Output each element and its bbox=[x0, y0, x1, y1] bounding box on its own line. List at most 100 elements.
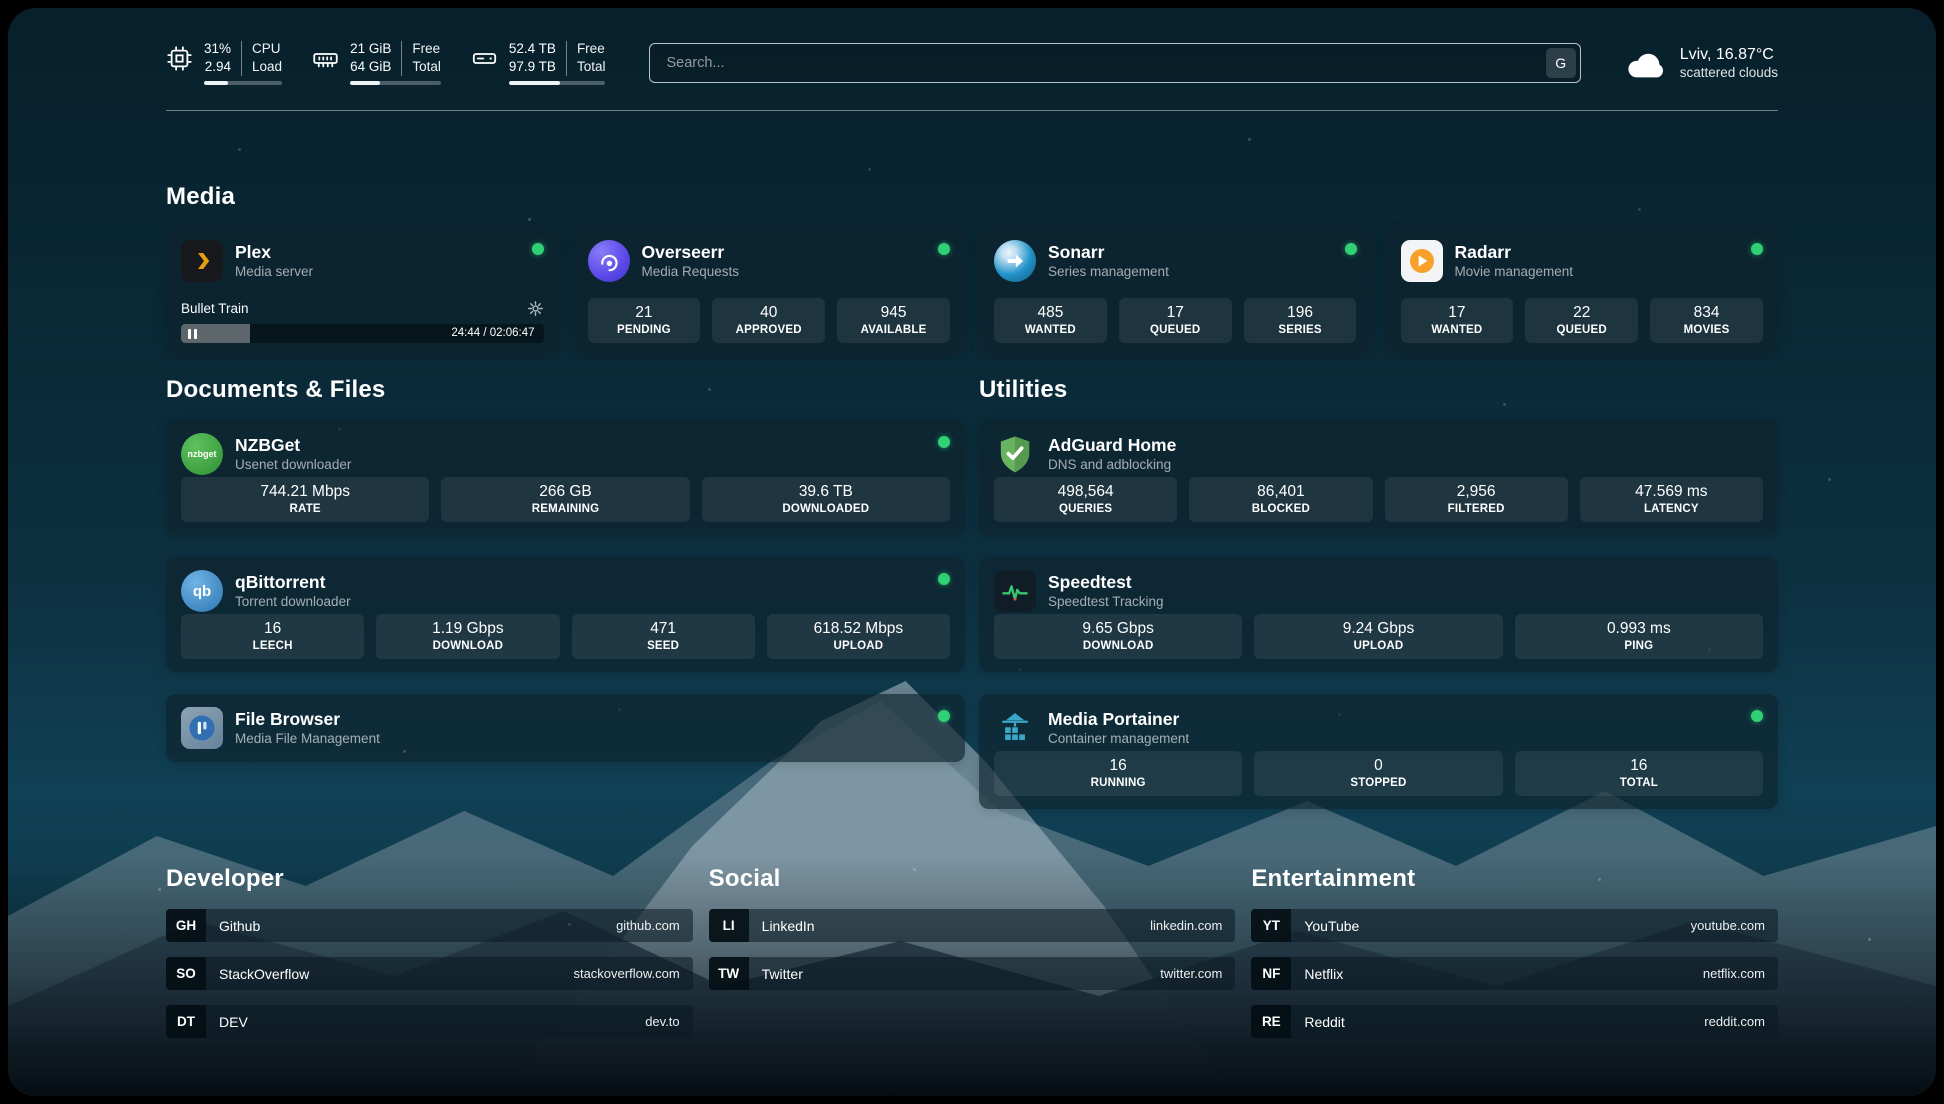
app-card-speedtest[interactable]: Speedtest Speedtest Tracking 9.65 Gbps D… bbox=[979, 557, 1778, 672]
app-subtitle: Movie management bbox=[1455, 264, 1574, 279]
app-name: Overseerr bbox=[642, 243, 740, 262]
stat-label: FILTERED bbox=[1389, 503, 1564, 515]
stat-label: LATENCY bbox=[1584, 503, 1759, 515]
stat-box: 21 PENDING bbox=[588, 298, 701, 343]
app-card-plex[interactable]: Plex Media server Bullet Train bbox=[166, 227, 559, 356]
memory-total: 64 GiB bbox=[350, 59, 391, 76]
weather-condition: scattered clouds bbox=[1680, 65, 1778, 80]
stat-value: 86,401 bbox=[1193, 483, 1368, 501]
stat-box: 17 QUEUED bbox=[1119, 298, 1232, 343]
cpu-label-top: CPU bbox=[252, 41, 282, 58]
disk-icon bbox=[471, 45, 498, 72]
bookmark-twitter[interactable]: TW Twitter twitter.com bbox=[709, 957, 1236, 990]
media-section-title: Media bbox=[166, 183, 1778, 211]
qbittorrent-logo-text: qb bbox=[193, 583, 211, 600]
stat-value: 47.569 ms bbox=[1584, 483, 1759, 501]
bookmark-stackoverflow[interactable]: SO StackOverflow stackoverflow.com bbox=[166, 957, 693, 990]
disk-usage-bar-fill bbox=[509, 81, 560, 85]
stat-box: 0.993 ms PING bbox=[1515, 614, 1763, 659]
app-name: NZBGet bbox=[235, 436, 351, 455]
pause-icon[interactable] bbox=[188, 329, 197, 339]
status-dot bbox=[938, 243, 950, 255]
bookmark-linkedin[interactable]: LI LinkedIn linkedin.com bbox=[709, 909, 1236, 942]
stat-box: 40 APPROVED bbox=[712, 298, 825, 343]
playback-progress-bar[interactable]: 24:44 / 02:06:47 bbox=[181, 324, 544, 343]
stat-value: 16 bbox=[1519, 757, 1759, 775]
stat-box: 16 RUNNING bbox=[994, 751, 1242, 796]
status-dot bbox=[1751, 710, 1763, 722]
bookmark-abbr: YT bbox=[1251, 909, 1291, 942]
bookmark-name: Twitter bbox=[749, 966, 803, 982]
app-card-adguard[interactable]: AdGuard Home DNS and adblocking 498,564 … bbox=[979, 420, 1778, 535]
app-card-qbittorrent[interactable]: qb qBittorrent Torrent downloader 16 bbox=[166, 557, 965, 672]
search-bar: G bbox=[649, 43, 1580, 83]
app-card-overseerr[interactable]: Overseerr Media Requests 21 PENDING 40 A… bbox=[573, 227, 966, 356]
bookmark-github[interactable]: GH Github github.com bbox=[166, 909, 693, 942]
stat-label: LEECH bbox=[185, 640, 360, 652]
stat-box: 86,401 BLOCKED bbox=[1189, 477, 1372, 522]
media-section: Media Plex Media server bbox=[166, 183, 1778, 356]
app-card-radarr[interactable]: Radarr Movie management 17 WANTED 22 QUE… bbox=[1386, 227, 1779, 356]
now-playing-title: Bullet Train bbox=[181, 301, 249, 316]
search-engine-button[interactable]: G bbox=[1546, 48, 1576, 78]
stat-label: AVAILABLE bbox=[841, 324, 946, 336]
gear-icon[interactable] bbox=[527, 300, 544, 317]
app-subtitle: Media server bbox=[235, 264, 313, 279]
bookmark-reddit[interactable]: RE Reddit reddit.com bbox=[1251, 1005, 1778, 1038]
snow-specks bbox=[8, 8, 11, 11]
documents-section-title: Documents & Files bbox=[166, 376, 965, 404]
stat-value: 0 bbox=[1258, 757, 1498, 775]
app-name: Plex bbox=[235, 243, 313, 262]
system-widgets: 31% 2.94 CPU Load bbox=[166, 41, 605, 85]
stat-box: 1.19 Gbps DOWNLOAD bbox=[376, 614, 559, 659]
stat-label: UPLOAD bbox=[771, 640, 946, 652]
app-subtitle: Torrent downloader bbox=[235, 594, 351, 609]
stat-box: 744.21 Mbps RATE bbox=[181, 477, 429, 522]
stat-label: QUERIES bbox=[998, 503, 1173, 515]
stat-label: SEED bbox=[576, 640, 751, 652]
stat-label: WANTED bbox=[1405, 324, 1510, 336]
stat-box: 0 STOPPED bbox=[1254, 751, 1502, 796]
search-input[interactable] bbox=[649, 43, 1580, 83]
plex-icon bbox=[181, 240, 223, 282]
weather-location: Lviv, 16.87°C bbox=[1680, 46, 1778, 64]
app-card-sonarr[interactable]: Sonarr Series management 485 WANTED 17 Q… bbox=[979, 227, 1372, 356]
bookmark-dev[interactable]: DT DEV dev.to bbox=[166, 1005, 693, 1038]
bookmark-youtube[interactable]: YT YouTube youtube.com bbox=[1251, 909, 1778, 942]
stat-label: UPLOAD bbox=[1258, 640, 1498, 652]
bookmark-name: DEV bbox=[206, 1014, 248, 1030]
bookmark-url: twitter.com bbox=[1160, 966, 1235, 981]
stat-value: 9.24 Gbps bbox=[1258, 620, 1498, 638]
status-dot bbox=[1751, 243, 1763, 255]
social-section: Social LI LinkedIn linkedin.com TW Twitt… bbox=[709, 865, 1236, 1053]
stat-label: PING bbox=[1519, 640, 1759, 652]
stat-box: 22 QUEUED bbox=[1525, 298, 1638, 343]
top-bar: 31% 2.94 CPU Load bbox=[166, 34, 1778, 92]
bookmark-url: stackoverflow.com bbox=[573, 966, 692, 981]
stat-value: 196 bbox=[1248, 304, 1353, 322]
bookmark-netflix[interactable]: NF Netflix netflix.com bbox=[1251, 957, 1778, 990]
stat-box: 498,564 QUERIES bbox=[994, 477, 1177, 522]
memory-usage-bar bbox=[350, 81, 441, 85]
stat-value: 945 bbox=[841, 304, 946, 322]
app-card-nzbget[interactable]: nzbget NZBGet Usenet downloader 744.21 M… bbox=[166, 420, 965, 535]
app-name: File Browser bbox=[235, 710, 380, 729]
stat-box: 47.569 ms LATENCY bbox=[1580, 477, 1763, 522]
app-subtitle: Media File Management bbox=[235, 731, 380, 746]
stat-value: 39.6 TB bbox=[706, 483, 946, 501]
app-card-portainer[interactable]: Media Portainer Container management 16 … bbox=[979, 694, 1778, 809]
app-subtitle: Speedtest Tracking bbox=[1048, 594, 1164, 609]
status-dot bbox=[938, 710, 950, 722]
bookmark-abbr: GH bbox=[166, 909, 206, 942]
entertainment-section: Entertainment YT YouTube youtube.com NF … bbox=[1251, 865, 1778, 1053]
bookmark-url: reddit.com bbox=[1704, 1014, 1778, 1029]
stat-label: WANTED bbox=[998, 324, 1103, 336]
stat-value: 16 bbox=[185, 620, 360, 638]
stat-box: 9.65 Gbps DOWNLOAD bbox=[994, 614, 1242, 659]
bookmark-url: netflix.com bbox=[1703, 966, 1778, 981]
memory-label-top: Free bbox=[412, 41, 441, 58]
disk-free: 52.4 TB bbox=[509, 41, 556, 58]
app-card-filebrowser[interactable]: File Browser Media File Management bbox=[166, 694, 965, 762]
app-subtitle: Series management bbox=[1048, 264, 1169, 279]
stat-value: 40 bbox=[716, 304, 821, 322]
